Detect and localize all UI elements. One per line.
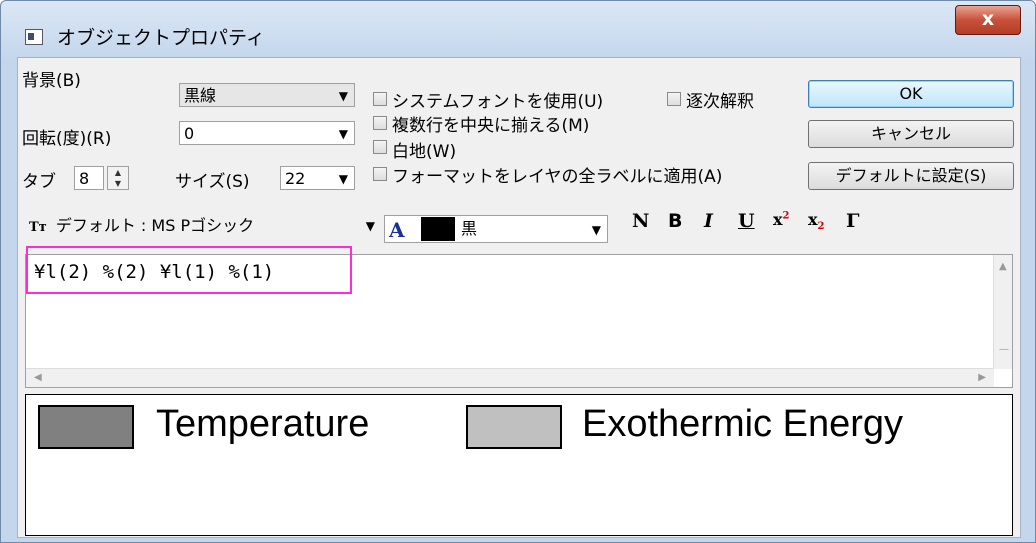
sequential-label: 逐次解釈 xyxy=(686,92,754,112)
italic-format-button[interactable]: I xyxy=(704,210,713,232)
background-label: 背景(B) xyxy=(22,71,81,91)
horizontal-scrollbar[interactable]: ◀ ▶ xyxy=(26,368,994,387)
font-color-icon: A xyxy=(389,218,405,242)
legend-label-temperature: Temperature xyxy=(156,403,370,445)
center-multiline-label: 複数行を中央に揃える(M) xyxy=(392,116,590,136)
bold-format-button[interactable]: B xyxy=(668,210,682,232)
chevron-down-icon: ▼ xyxy=(365,219,375,233)
white-background-checkbox[interactable] xyxy=(373,140,387,154)
color-select[interactable]: A 黒 ▼ xyxy=(384,215,608,243)
color-swatch xyxy=(421,217,455,241)
dialog-body: 背景(B) 黒線 ▼ システムフォントを使用(U) 逐次解釈 OK 回転(度)(… xyxy=(17,57,1021,538)
set-default-button[interactable]: デフォルトに設定(S) xyxy=(808,162,1014,190)
tab-value-field[interactable]: 8 xyxy=(74,166,104,190)
spin-down-icon[interactable]: ▼ xyxy=(108,178,128,189)
center-multiline-checkbox[interactable] xyxy=(373,116,387,130)
color-select-value: 黒 xyxy=(461,219,478,238)
scroll-up-icon[interactable]: ▲ xyxy=(999,261,1007,272)
font-select-value: デフォルト : MS Pゴシック xyxy=(55,216,255,235)
chevron-down-icon: ▼ xyxy=(338,127,348,141)
window-icon xyxy=(25,29,43,45)
vertical-scrollbar[interactable]: ▲ — xyxy=(993,255,1012,369)
superscript-format-button[interactable]: x2 xyxy=(773,210,790,229)
title-bar: オブジェクトプロパティ x xyxy=(1,1,1035,55)
spin-up-icon[interactable]: ▲ xyxy=(108,167,128,178)
greek-format-button[interactable]: Γ xyxy=(846,210,860,232)
apply-all-labels-checkbox[interactable] xyxy=(373,167,387,181)
size-label: サイズ(S) xyxy=(175,172,250,192)
system-font-checkbox[interactable] xyxy=(373,92,387,106)
cancel-button[interactable]: キャンセル xyxy=(808,120,1014,148)
dialog-title: オブジェクトプロパティ xyxy=(57,27,265,49)
chevron-down-icon: ▼ xyxy=(338,172,348,186)
scroll-down-icon[interactable]: — xyxy=(999,344,1009,355)
white-background-label: 白地(W) xyxy=(392,142,457,162)
rotation-select[interactable]: 0 ▼ xyxy=(179,121,355,145)
object-properties-dialog: オブジェクトプロパティ x 背景(B) 黒線 ▼ システムフォントを使用(U) … xyxy=(0,0,1036,543)
size-select-value: 22 xyxy=(285,169,306,188)
subscript-format-button[interactable]: x2 xyxy=(808,210,825,232)
legend-label-exothermic-energy: Exothermic Energy xyxy=(582,403,904,445)
background-select[interactable]: 黒線 ▼ xyxy=(179,83,355,107)
scroll-right-icon[interactable]: ▶ xyxy=(978,372,986,383)
scroll-left-icon[interactable]: ◀ xyxy=(34,372,42,383)
tab-label: タブ xyxy=(22,172,56,192)
superscript-2: 2 xyxy=(782,210,790,222)
underline-format-button[interactable]: U xyxy=(738,210,755,232)
ok-button[interactable]: OK xyxy=(808,80,1014,108)
size-select[interactable]: 22 ▼ xyxy=(280,166,355,190)
tab-spinner[interactable]: ▲ ▼ xyxy=(107,166,129,190)
apply-all-labels-label: フォーマットをレイヤの全ラベルに適用(A) xyxy=(392,167,723,187)
preview-pane: Temperature Exothermic Energy xyxy=(25,394,1013,536)
close-button[interactable]: x xyxy=(955,5,1021,35)
subscript-2: 2 xyxy=(817,221,825,233)
legend-swatch-exothermic-energy xyxy=(466,405,562,449)
rotation-select-value: 0 xyxy=(184,124,195,143)
superscript-x: x xyxy=(773,210,783,229)
normal-format-button[interactable]: N xyxy=(632,210,649,232)
system-font-label: システムフォントを使用(U) xyxy=(392,92,604,112)
font-select[interactable]: Tт デフォルト : MS Pゴシック ▼ xyxy=(25,214,381,238)
chevron-down-icon: ▼ xyxy=(338,89,348,103)
truetype-font-icon: Tт xyxy=(29,220,47,235)
legend-swatch-temperature xyxy=(38,405,134,449)
rotation-label: 回転(度)(R) xyxy=(22,129,112,149)
background-select-value: 黒線 xyxy=(184,86,217,105)
chevron-down-icon: ▼ xyxy=(591,223,601,237)
subscript-x: x xyxy=(808,210,818,229)
sequential-checkbox[interactable] xyxy=(667,92,681,106)
annotation-highlight-box xyxy=(26,246,352,294)
